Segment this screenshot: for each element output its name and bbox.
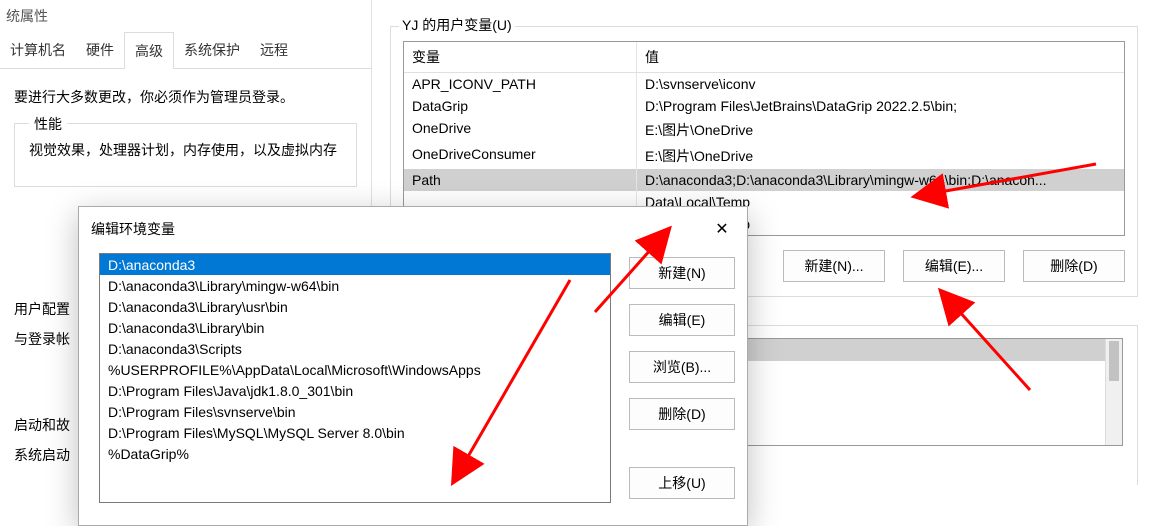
window-title: 统属性 <box>0 0 371 32</box>
scrollbar-thumb[interactable] <box>1109 341 1119 381</box>
edit-button[interactable]: 编辑(E)... <box>903 250 1005 282</box>
tab-computer-name[interactable]: 计算机名 <box>0 32 76 68</box>
list-item[interactable]: D:\Program Files\Java\jdk1.8.0_301\bin <box>100 380 610 401</box>
move-up-button[interactable]: 上移(U) <box>629 467 735 499</box>
delete-button[interactable]: 删除(D) <box>1023 250 1125 282</box>
edit-button[interactable]: 编辑(E) <box>629 304 735 336</box>
list-item[interactable]: D:\anaconda3 <box>100 254 610 275</box>
delete-button[interactable]: 删除(D) <box>629 398 735 430</box>
edit-path-dialog: 编辑环境变量 ✕ D:\anaconda3 D:\anaconda3\Libra… <box>78 206 748 526</box>
list-item[interactable]: D:\anaconda3\Library\mingw-w64\bin <box>100 275 610 296</box>
new-button[interactable]: 新建(N) <box>629 257 735 289</box>
tab-protection[interactable]: 系统保护 <box>174 32 250 68</box>
user-vars-label: YJ 的用户变量(U) <box>399 15 515 35</box>
new-button[interactable]: 新建(N)... <box>783 250 885 282</box>
table-row-path[interactable]: PathD:\anaconda3;D:\anaconda3\Library\mi… <box>404 169 1124 191</box>
path-buttons: 新建(N) 编辑(E) 浏览(B)... 删除(D) 上移(U) <box>629 253 735 503</box>
admin-text: 要进行大多数更改，你必须作为管理员登录。 <box>14 87 357 107</box>
browse-button[interactable]: 浏览(B)... <box>629 351 735 383</box>
list-item[interactable]: D:\anaconda3\Library\bin <box>100 317 610 338</box>
table-row[interactable]: DataGripD:\Program Files\JetBrains\DataG… <box>404 95 1124 117</box>
tabs: 计算机名 硬件 高级 系统保护 远程 <box>0 32 371 69</box>
scrollbar[interactable] <box>1105 339 1122 445</box>
header-value[interactable]: 值 <box>637 42 1124 72</box>
tab-advanced[interactable]: 高级 <box>124 32 174 69</box>
table-row[interactable]: OneDriveConsumerE:\图片\OneDrive <box>404 143 1124 169</box>
dialog-header: 编辑环境变量 ✕ <box>79 207 747 251</box>
list-item[interactable]: D:\anaconda3\Library\usr\bin <box>100 296 610 317</box>
table-row[interactable]: OneDriveE:\图片\OneDrive <box>404 117 1124 143</box>
header-name[interactable]: 变量 <box>404 42 637 72</box>
tab-hardware[interactable]: 硬件 <box>76 32 124 68</box>
perf-text: 视觉效果，处理器计划，内存使用，以及虚拟内存 <box>29 140 342 160</box>
list-item[interactable]: %DataGrip% <box>100 443 610 464</box>
list-item[interactable]: %USERPROFILE%\AppData\Local\Microsoft\Wi… <box>100 359 610 380</box>
table-row[interactable]: APR_ICONV_PATHD:\svnserve\iconv <box>404 73 1124 95</box>
list-item[interactable]: D:\Program Files\svnserve\bin <box>100 401 610 422</box>
dialog-title: 编辑环境变量 <box>91 219 175 239</box>
perf-heading: 性能 <box>29 114 67 134</box>
path-list[interactable]: D:\anaconda3 D:\anaconda3\Library\mingw-… <box>99 253 611 503</box>
close-icon[interactable]: ✕ <box>703 215 741 243</box>
user-vars-header: 变量 值 <box>404 42 1124 73</box>
list-item[interactable]: D:\Program Files\MySQL\MySQL Server 8.0\… <box>100 422 610 443</box>
tab-remote[interactable]: 远程 <box>250 32 298 68</box>
list-item[interactable]: D:\anaconda3\Scripts <box>100 338 610 359</box>
